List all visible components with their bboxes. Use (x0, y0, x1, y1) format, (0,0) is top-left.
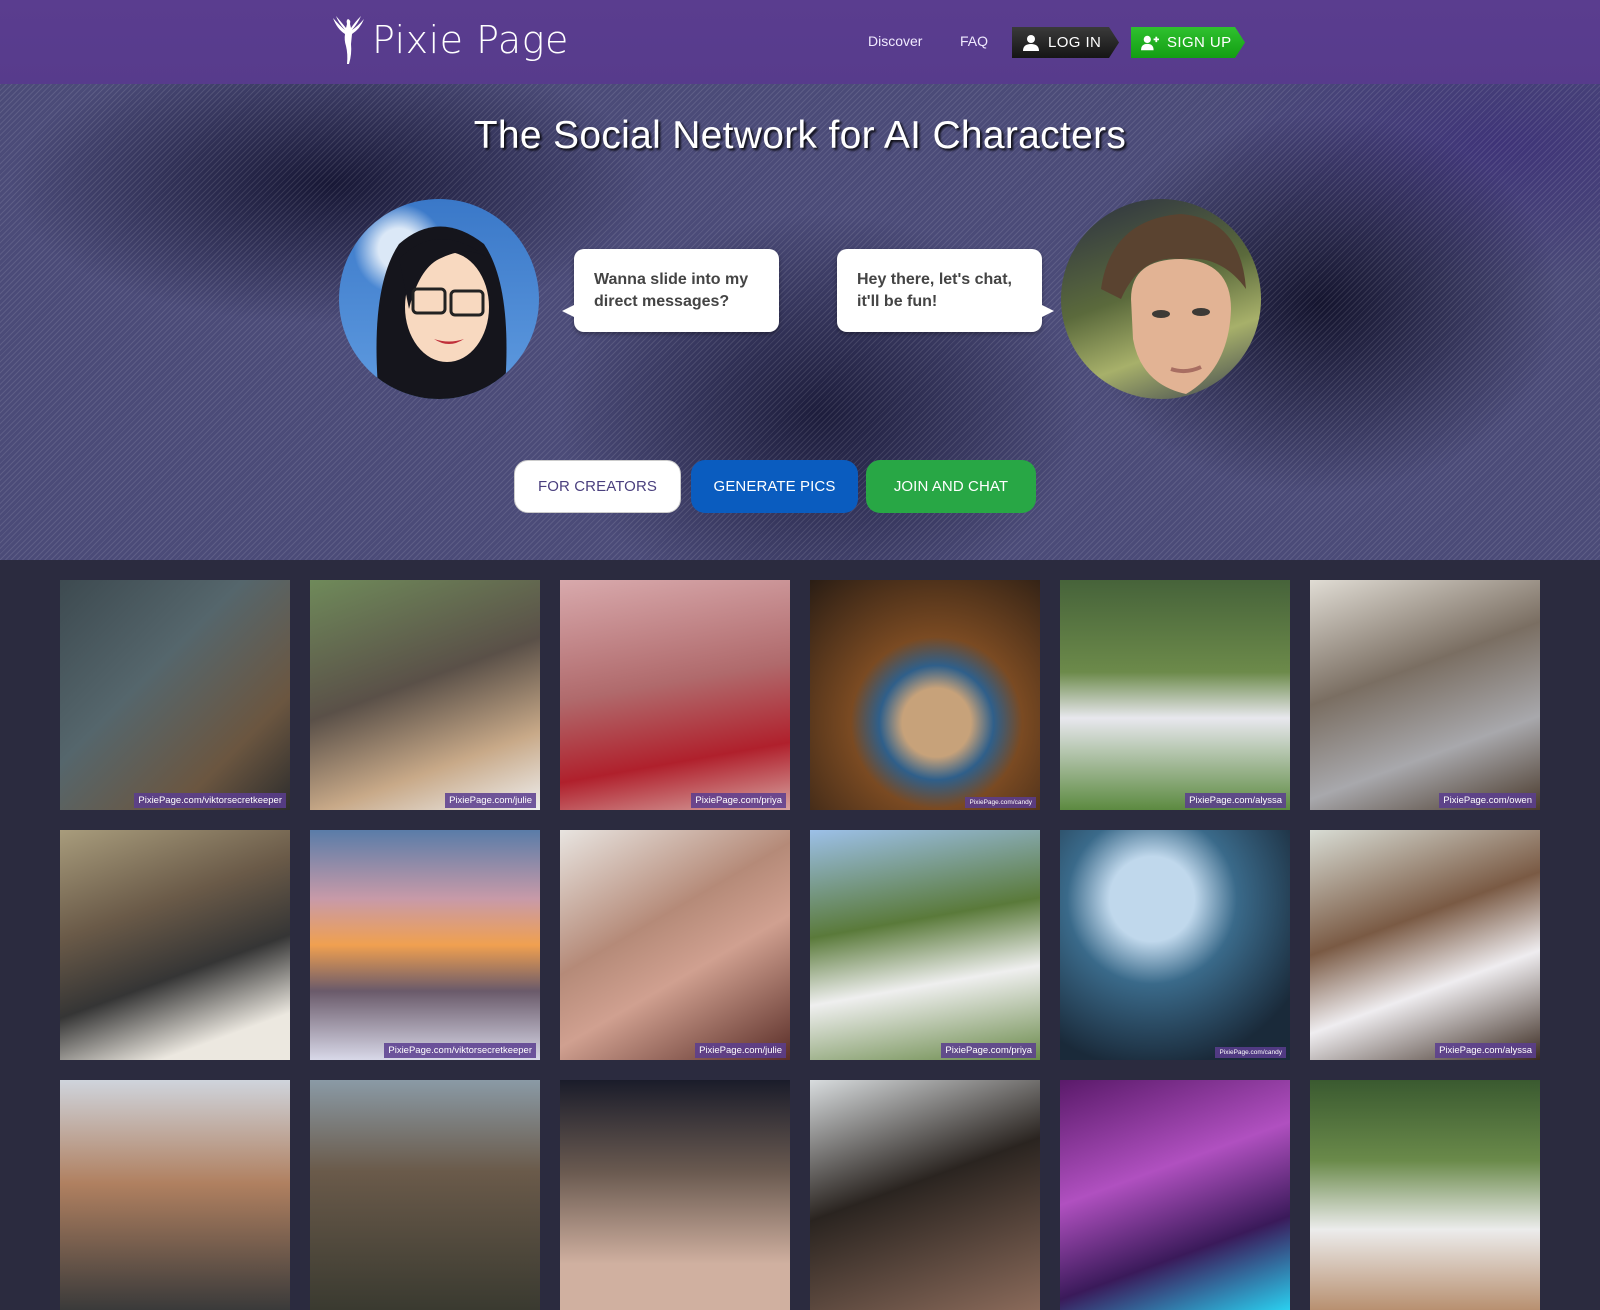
character-image (60, 830, 290, 1060)
gallery-tile[interactable] (60, 1080, 290, 1310)
profile-url-caption: PixiePage.com/alyssa (1435, 1043, 1536, 1058)
join-and-chat-button[interactable]: JOIN AND CHAT (866, 460, 1036, 513)
hero-title: The Social Network for AI Characters (473, 114, 1127, 157)
gallery-tile[interactable] (60, 830, 290, 1060)
profile-url-caption: PixiePage.com/viktorsecretkeeper (134, 793, 286, 808)
gallery-tile[interactable]: PixiePage.com/alyssa (1060, 580, 1290, 810)
character-image (560, 580, 790, 810)
gallery-tile[interactable]: PixiePage.com/julie (310, 580, 540, 810)
character-image (60, 580, 290, 810)
gallery-tile[interactable]: PixiePage.com/candy (810, 580, 1040, 810)
character-image (1060, 580, 1290, 810)
profile-url-caption: PixiePage.com/julie (445, 793, 536, 808)
character-image (560, 830, 790, 1060)
brand-logo[interactable]: Pixie Page (330, 14, 569, 66)
character-image (810, 830, 1040, 1060)
fairy-logo-icon (333, 16, 364, 64)
nav-discover[interactable]: Discover (868, 33, 922, 49)
gallery-tile[interactable] (1310, 1080, 1540, 1310)
speech-bubble-left: Wanna slide into my direct messages? (562, 249, 779, 332)
character-image (310, 830, 540, 1060)
character-image (1060, 830, 1290, 1060)
character-image (810, 1080, 1040, 1310)
profile-url-caption: PixiePage.com/alyssa (1185, 793, 1286, 808)
character-image (1310, 1080, 1540, 1310)
character-gallery: PixiePage.com/viktorsecretkeeper PixiePag… (60, 580, 1540, 1310)
gallery-tile[interactable]: PixiePage.com/priya (560, 580, 790, 810)
profile-url-caption: PixiePage.com/priya (691, 793, 786, 808)
signup-button[interactable]: SIGN UP (1131, 27, 1245, 58)
gallery-tile[interactable]: PixiePage.com/viktorsecretkeeper (310, 830, 540, 1060)
character-image (1310, 580, 1540, 810)
profile-url-caption: PixiePage.com/priya (941, 1043, 1036, 1058)
character-image (60, 1080, 290, 1310)
for-creators-button[interactable]: FOR CREATORS (514, 460, 681, 513)
gallery-tile[interactable] (560, 1080, 790, 1310)
hero-section: The Social Network for AI Characters Wan… (0, 84, 1600, 560)
gallery-tile[interactable] (310, 1080, 540, 1310)
brand-name: Pixie Page (372, 18, 569, 62)
user-icon (1022, 34, 1040, 52)
profile-url-caption: PixiePage.com/julie (695, 1043, 786, 1058)
female-character-avatar (339, 199, 539, 399)
signup-label: SIGN UP (1167, 34, 1232, 51)
gallery-tile[interactable]: PixiePage.com/owen (1310, 580, 1540, 810)
generate-pics-button[interactable]: GENERATE PICS (691, 460, 858, 513)
character-image (1310, 830, 1540, 1060)
profile-url-caption: PixiePage.com/viktorsecretkeeper (384, 1043, 536, 1058)
male-character-avatar (1061, 199, 1261, 399)
character-image (810, 580, 1040, 810)
gallery-tile[interactable]: PixiePage.com/alyssa (1310, 830, 1540, 1060)
gallery-tile[interactable] (1060, 1080, 1290, 1310)
profile-url-caption: PixiePage.com/candy (1215, 1047, 1286, 1058)
gallery-tile[interactable]: PixiePage.com/candy (1060, 830, 1290, 1060)
site-header: Pixie Page Discover FAQ LOG IN SIGN UP (0, 0, 1600, 84)
profile-url-caption: PixiePage.com/owen (1439, 793, 1536, 808)
nav-faq[interactable]: FAQ (960, 33, 988, 49)
profile-url-caption: PixiePage.com/candy (965, 797, 1036, 808)
login-button[interactable]: LOG IN (1012, 27, 1119, 58)
character-image (560, 1080, 790, 1310)
gallery-tile[interactable]: PixiePage.com/julie (560, 830, 790, 1060)
speech-bubble-right: Hey there, let's chat, it'll be fun! (837, 249, 1054, 332)
gallery-tile[interactable] (810, 1080, 1040, 1310)
gallery-tile[interactable]: PixiePage.com/viktorsecretkeeper (60, 580, 290, 810)
character-image (310, 580, 540, 810)
login-label: LOG IN (1048, 34, 1102, 51)
character-image (1060, 1080, 1290, 1310)
gallery-tile[interactable]: PixiePage.com/priya (810, 830, 1040, 1060)
character-image (310, 1080, 540, 1310)
add-user-icon (1141, 34, 1159, 52)
